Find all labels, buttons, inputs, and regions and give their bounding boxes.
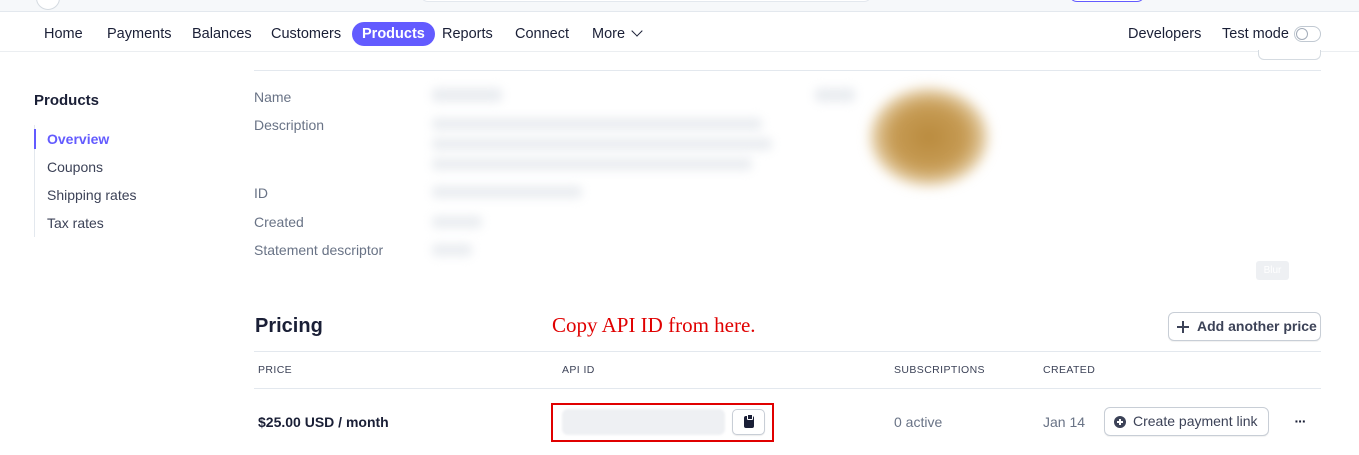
- table-header-border: [254, 388, 1321, 389]
- api-id-value-redacted[interactable]: [562, 409, 725, 435]
- sidebar-title: Products: [34, 92, 100, 109]
- redacted-created: [432, 216, 482, 228]
- nav-more-label: More: [592, 26, 626, 42]
- search-input[interactable]: [420, 0, 872, 2]
- redacted-tag: [815, 88, 855, 102]
- blur-badge: Blur: [1256, 261, 1289, 280]
- clipboard-icon: [744, 414, 754, 428]
- plus-icon: [1177, 321, 1189, 333]
- redacted-name: [432, 88, 502, 102]
- add-another-price-button[interactable]: Add another price: [1168, 312, 1321, 341]
- nav-reports[interactable]: Reports: [432, 22, 503, 46]
- id-label: ID: [254, 185, 268, 201]
- column-header-price: PRICE: [258, 364, 293, 376]
- created-cell: Jan 14: [1043, 414, 1086, 430]
- created-label: Created: [254, 214, 304, 230]
- main-nav: Home Payments Balances Customers Product…: [0, 14, 1359, 52]
- create-payment-link-button[interactable]: Create payment link: [1104, 407, 1269, 436]
- header-button[interactable]: [1069, 0, 1145, 2]
- redacted-id: [432, 186, 582, 198]
- nav-home[interactable]: Home: [34, 22, 93, 46]
- column-header-created: CREATED: [1043, 364, 1096, 376]
- table-top-border: [254, 351, 1321, 352]
- nav-payments[interactable]: Payments: [97, 22, 181, 46]
- redacted-statement-descriptor: [432, 244, 472, 256]
- redacted-description-line: [432, 158, 752, 170]
- sidebar-item-shipping-rates[interactable]: Shipping rates: [35, 181, 184, 209]
- product-image: [870, 88, 988, 186]
- statement-descriptor-label: Statement descriptor: [254, 242, 384, 258]
- nav-developers[interactable]: Developers: [1118, 22, 1211, 46]
- nav-customers[interactable]: Customers: [261, 22, 351, 46]
- edit-button-edge[interactable]: [1258, 50, 1321, 60]
- section-divider: [254, 70, 1321, 71]
- redacted-description-line: [432, 138, 772, 150]
- plus-circle-icon: [1114, 416, 1126, 428]
- sidebar-item-coupons[interactable]: Coupons: [35, 153, 184, 181]
- create-payment-link-label: Create payment link: [1133, 413, 1258, 429]
- sidebar-nav: Overview Coupons Shipping rates Tax rate…: [34, 125, 184, 237]
- toggle-knob: [1296, 28, 1308, 40]
- nav-more[interactable]: More: [582, 22, 651, 46]
- pricing-title: Pricing: [255, 315, 323, 337]
- nav-products[interactable]: Products: [352, 22, 435, 46]
- nav-balances[interactable]: Balances: [182, 22, 262, 46]
- sidebar-item-overview[interactable]: Overview: [34, 125, 184, 153]
- chevron-down-icon: [631, 25, 643, 37]
- test-mode-toggle[interactable]: [1294, 26, 1321, 42]
- price-cell: $25.00 USD / month: [258, 414, 389, 430]
- sidebar-item-tax-rates[interactable]: Tax rates: [35, 209, 184, 237]
- column-header-subscriptions: SUBSCRIPTIONS: [894, 364, 985, 376]
- add-another-price-label: Add another price: [1197, 318, 1317, 334]
- column-header-api-id: API ID: [562, 364, 595, 376]
- description-label: Description: [254, 117, 325, 133]
- nav-connect[interactable]: Connect: [505, 22, 579, 46]
- subscriptions-cell: 0 active: [894, 414, 943, 430]
- account-logo[interactable]: [36, 0, 60, 10]
- test-mode-label: Test mode: [1222, 26, 1289, 42]
- top-header-edge: [0, 0, 1359, 12]
- copy-api-id-button[interactable]: [732, 409, 765, 435]
- more-options-icon[interactable]: ···: [1287, 412, 1313, 432]
- name-label: Name: [254, 89, 292, 105]
- annotation-text: Copy API ID from here.: [552, 313, 756, 337]
- redacted-description-line: [432, 118, 762, 130]
